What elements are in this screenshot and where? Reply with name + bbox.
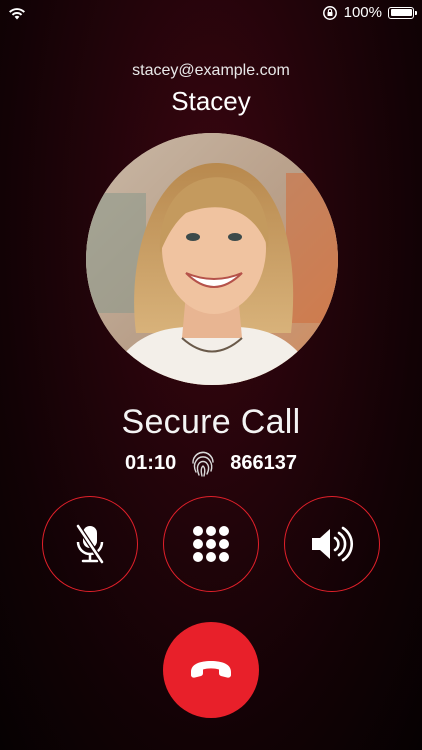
speaker-icon — [312, 526, 353, 562]
contact-email: stacey@example.com — [132, 62, 290, 79]
contact-name: Stacey — [171, 86, 251, 116]
status-bar: 100% — [0, 0, 422, 28]
keypad-icon — [193, 526, 229, 562]
battery-percentage: 100% — [343, 4, 382, 21]
phone-hangup-icon — [191, 661, 231, 678]
avatar-photo — [86, 133, 338, 385]
security-code: 866137 — [230, 451, 297, 474]
battery-icon — [388, 6, 417, 19]
call-info: 01:10 866137 — [0, 448, 422, 478]
fingerprint-icon — [192, 451, 214, 477]
mute-button[interactable] — [42, 496, 138, 592]
call-controls — [0, 496, 422, 594]
end-call-button[interactable] — [163, 622, 259, 718]
call-duration: 01:10 — [125, 451, 177, 474]
keypad-button[interactable] — [163, 496, 259, 592]
microphone-off-icon — [75, 524, 105, 564]
call-screen: 100% stacey@example.com Stacey Secure Ca… — [0, 0, 422, 750]
status-right: 100% — [322, 4, 417, 21]
rotation-lock-icon — [322, 5, 337, 20]
speaker-button[interactable] — [284, 496, 380, 592]
wifi-icon — [9, 8, 25, 20]
avatar — [86, 133, 338, 385]
call-status-title: Secure Call — [121, 403, 301, 441]
